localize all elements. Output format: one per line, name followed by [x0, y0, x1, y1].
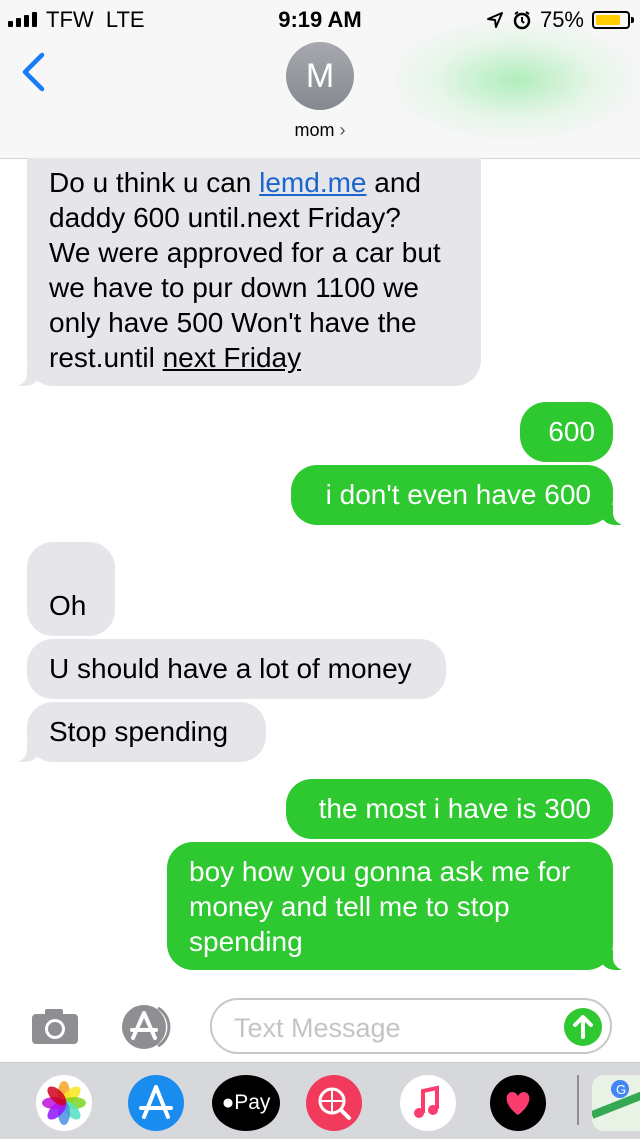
message-line: daddy 600 until.next Friday? [49, 202, 401, 233]
bubble-tail [13, 742, 41, 762]
digital-touch-app-button[interactable] [490, 1075, 546, 1131]
apple-pay-icon: ● [221, 1091, 235, 1114]
message-text-field[interactable] [210, 998, 612, 1054]
status-bar-right: 75% [486, 6, 634, 34]
contact-name-button[interactable]: mom › [0, 120, 640, 141]
message-text: i don't even have 600 [325, 479, 591, 510]
maps-app-button[interactable]: G [590, 1075, 640, 1131]
contact-name: mom [294, 120, 335, 140]
photos-app-button[interactable] [36, 1075, 92, 1131]
apple-pay-label: Pay [234, 1091, 271, 1114]
camera-icon [32, 1009, 78, 1044]
message-date-link[interactable]: next Friday [163, 342, 302, 373]
music-icon [414, 1085, 439, 1118]
message-line: boy how you gonna ask me for [189, 856, 571, 887]
digital-touch-icon [506, 1092, 530, 1115]
app-store-app-button[interactable] [128, 1075, 184, 1131]
message-link[interactable]: lemd.me [259, 167, 366, 198]
incoming-message-bubble[interactable]: U should have a lot of money [27, 639, 446, 699]
battery-percent: 75% [539, 7, 584, 32]
bubble-tail [599, 950, 627, 970]
arrow-up-icon [573, 1015, 593, 1039]
incoming-message-bubble[interactable]: Do u think u can lemd.me and daddy 600 u… [13, 158, 481, 386]
outgoing-message-bubble[interactable]: i don't even have 600 [291, 465, 627, 525]
message-text: 600 [548, 416, 595, 447]
message-text: Oh [49, 590, 87, 621]
conversation-header: TFW LTE 9:19 AM 75% M mom › [0, 0, 640, 159]
message-text: U should have a lot of money [49, 653, 412, 684]
message-input[interactable] [232, 1010, 556, 1046]
apple-pay-button[interactable]: ●Pay [212, 1075, 280, 1131]
web-search-icon [318, 1087, 351, 1120]
chevron-right-icon: › [339, 120, 346, 140]
message-text: Do u think u can [49, 167, 260, 198]
bubble-tail [599, 505, 627, 525]
message-text: rest.until [49, 342, 163, 373]
battery-icon [592, 11, 634, 29]
incoming-message-bubble[interactable]: Stop spending [13, 702, 266, 762]
app-drawer-button[interactable] [118, 1004, 182, 1050]
alarm-icon [513, 11, 531, 30]
chevron-left-icon [22, 52, 45, 92]
svg-text:G: G [616, 1082, 626, 1097]
back-button[interactable] [18, 52, 48, 92]
outgoing-message-bubble[interactable]: boy how you gonna ask me for money and t… [167, 842, 627, 970]
location-icon [486, 12, 503, 28]
message-line: Do u think u can lemd.me and [49, 165, 459, 200]
tray-divider [577, 1075, 579, 1125]
message-line: only have 500 Won't have the [49, 307, 417, 338]
incoming-message-bubble[interactable]: Oh [27, 542, 115, 636]
camera-button[interactable] [30, 1006, 80, 1046]
message-text: the most i have is 300 [318, 793, 591, 824]
maps-icon: G [590, 1080, 640, 1119]
contact-avatar[interactable]: M [286, 42, 354, 110]
web-search-app-button[interactable] [306, 1075, 362, 1131]
outgoing-message-bubble[interactable]: the most i have is 300 [286, 779, 613, 839]
message-line: we have to pur down 1100 we [49, 272, 419, 303]
music-app-button[interactable] [400, 1075, 456, 1131]
message-text: Stop spending [49, 716, 229, 747]
send-button[interactable] [564, 1008, 602, 1046]
message-line: money and tell me to stop [189, 891, 510, 922]
photos-icon [42, 1081, 86, 1125]
imessage-app-tray: ●Pay G [0, 1062, 640, 1139]
message-line: spending [189, 926, 303, 957]
message-line: rest.until next Friday [49, 340, 459, 375]
message-line: We were approved for a car but [49, 237, 441, 268]
outgoing-message-bubble[interactable]: 600 [520, 402, 613, 462]
bubble-tail [13, 366, 41, 386]
app-store-icon [122, 1005, 171, 1049]
message-text: and [366, 167, 421, 198]
app-store-icon [139, 1085, 173, 1119]
